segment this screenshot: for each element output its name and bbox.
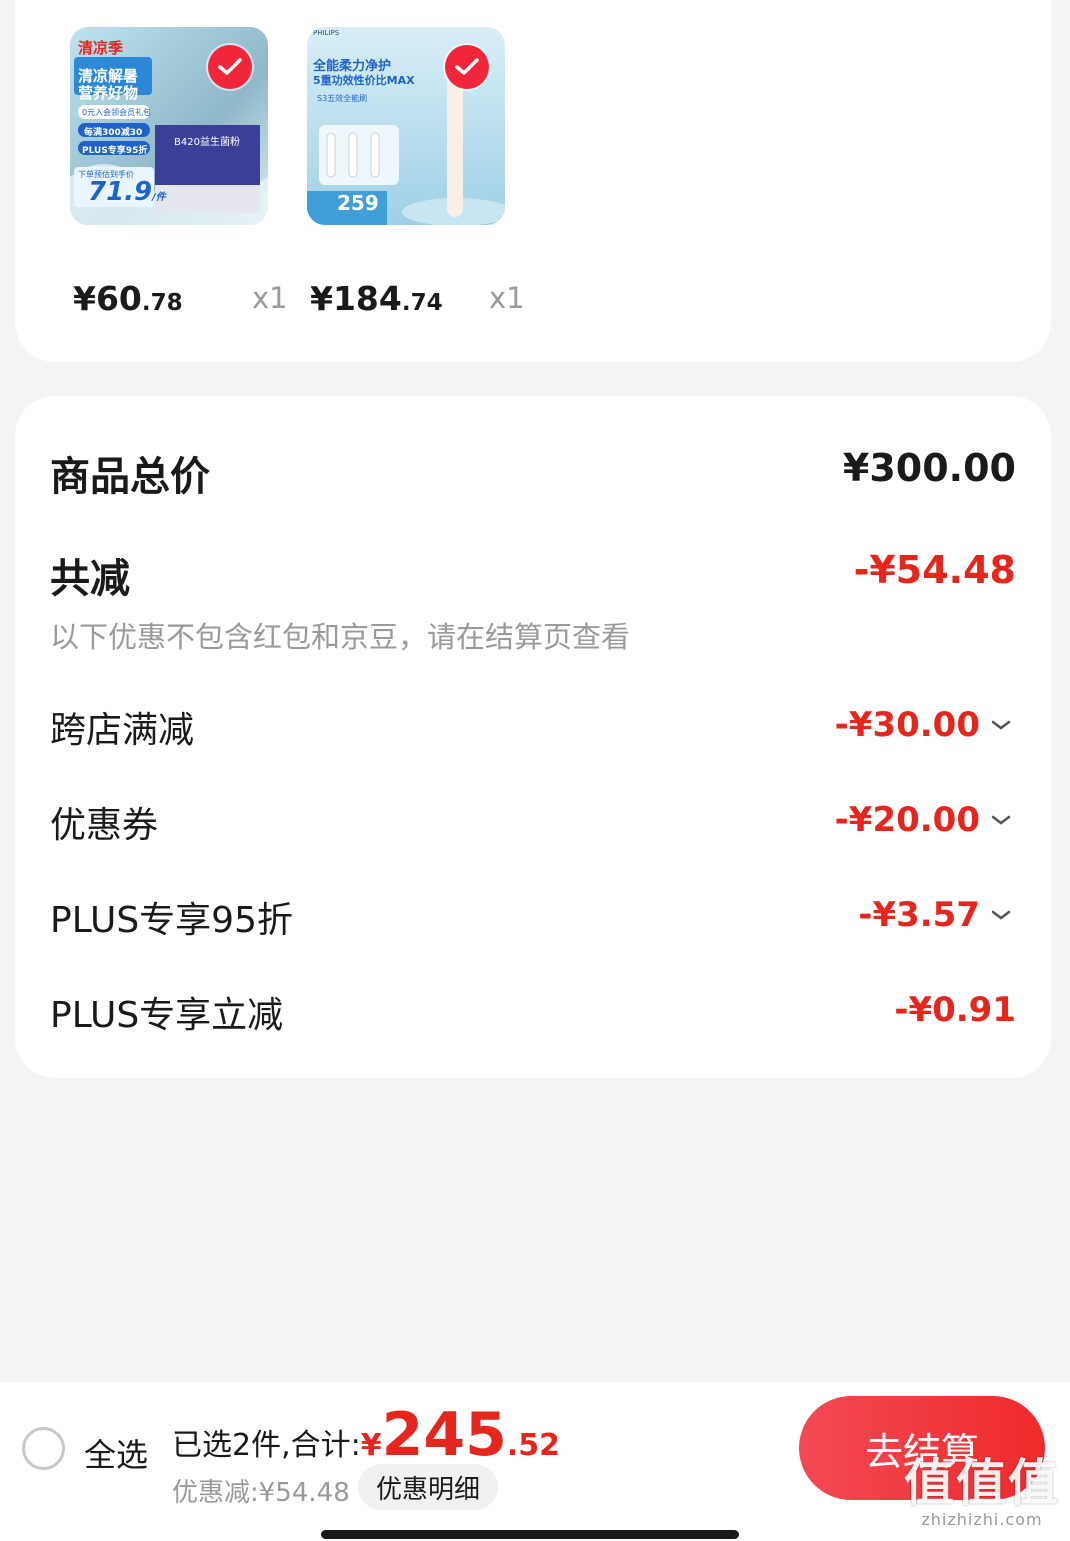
selected-check-icon[interactable] [445,45,489,89]
product-price: ¥184.74 [310,279,443,318]
total-price-label: 商品总价 [50,454,210,500]
select-all-label[interactable]: 全选 [84,1430,148,1476]
discount-item-label: 跨店满减 [50,710,195,751]
selected-products-card: 清凉季 清凉解暑 营养好物 0元入会领会员礼包 每满300减30 PLUS专享9… [15,0,1051,362]
discount-item-value: -¥30.00 [835,705,1012,745]
discount-item-label: PLUS专享95折 [50,900,293,941]
selected-check-icon[interactable] [208,45,252,89]
total-decimal: .52 [506,1428,561,1463]
total-reduction-label: 共减 [50,556,130,602]
selected-count-label: 已选2件,合计: [172,1428,361,1463]
discount-item-plus-instant: PLUS专享立减 -¥0.91 [50,986,1016,1036]
discount-item-coupon[interactable]: 优惠券 -¥20.00 [50,796,1016,846]
discount-item-value: -¥0.91 [894,990,1016,1030]
product-item[interactable]: 清凉季 清凉解暑 营养好物 0元入会领会员礼包 每满300减30 PLUS专享9… [70,27,288,318]
discount-note: 以下优惠不包含红包和京豆，请在结算页查看 [50,620,631,654]
image-headline-2: 5重功效性价比MAX [313,74,415,87]
chevron-down-icon[interactable] [990,718,1012,732]
image-headline-2: 营养好物 [78,84,139,102]
watermark-logo: 值值值 [904,1454,1060,1512]
image-chip-3: PLUS专享95折 [82,146,148,156]
price-decimal: .74 [401,290,443,316]
discount-item-cross-store[interactable]: 跨店满减 -¥30.00 [50,701,1016,751]
price-currency: ¥ [310,279,333,318]
discount-item-amount: -¥20.00 [834,800,980,840]
select-all-radio[interactable] [22,1427,65,1470]
image-brand-text: PHILIPS [313,29,340,37]
product-quantity: x1 [489,281,525,315]
price-currency: ¥ [73,279,96,318]
image-promo-unit: /件 [152,192,166,203]
image-chip-2: 每满300减30 [84,128,143,138]
total-integer: 245 [381,1400,507,1470]
total-currency: ¥ [360,1428,382,1463]
product-price-row: ¥184.74 x1 [307,279,527,319]
price-integer: 60 [95,279,142,318]
product-item[interactable]: PHILIPS 全能柔力净护 5重功效性价比MAX S3五效全能刷 259 ¥1… [307,27,525,318]
price-integer: 184 [332,279,402,318]
price-summary-card: 商品总价 ¥300.00 共减 -¥54.48 以下优惠不包含红包和京豆，请在结… [15,396,1051,1078]
price-decimal: .78 [141,290,183,316]
image-brand-text: 清凉季 [78,39,124,57]
total-price-value: ¥300.00 [842,446,1016,490]
site-watermark: 值值值 zhizhizhi.com [904,1456,1060,1529]
watermark-url: zhizhizhi.com [921,1510,1043,1529]
discount-item-label: PLUS专享立减 [50,995,284,1036]
chevron-down-icon[interactable] [990,813,1012,827]
discount-item-plus-95[interactable]: PLUS专享95折 -¥3.57 [50,891,1016,941]
discount-item-amount: -¥3.57 [858,895,980,935]
chevron-down-icon[interactable] [990,908,1012,922]
product-price: ¥60.78 [73,279,183,318]
discount-item-value: -¥3.57 [858,895,1012,935]
image-box-text: B420益生菌粉 [174,137,240,148]
product-image[interactable]: 清凉季 清凉解暑 营养好物 0元入会领会员礼包 每满300减30 PLUS专享9… [70,27,268,225]
discount-item-value: -¥20.00 [835,800,1012,840]
image-promo-price: 259 [337,191,379,215]
product-image[interactable]: PHILIPS 全能柔力净护 5重功效性价比MAX S3五效全能刷 259 [307,27,505,225]
total-reduction-value: -¥54.48 [853,548,1016,592]
image-chip-1: 0元入会领会员礼包 [82,108,152,117]
total-price-row: 商品总价 ¥300.00 [50,444,1016,500]
discount-summary: 优惠减:¥54.48 [172,1478,350,1508]
image-promo-price: 71.9/件 [88,177,166,207]
total-reduction-row: 共减 -¥54.48 [50,546,1016,602]
product-price-row: ¥60.78 x1 [70,279,290,319]
discount-item-label: 优惠券 [50,805,159,846]
discount-detail-button[interactable]: 优惠明细 [358,1464,499,1510]
home-indicator[interactable] [321,1530,739,1539]
image-sub-text: S3五效全能刷 [317,94,368,103]
cart-page: 清凉季 清凉解暑 营养好物 0元入会领会员礼包 每满300减30 PLUS专享9… [0,0,1070,1541]
selected-total: 已选2件,合计:¥245.52 [172,1400,560,1470]
product-quantity: x1 [252,281,288,315]
image-promo-price-value: 71.9 [88,177,153,207]
discount-item-amount: -¥30.00 [834,705,980,745]
